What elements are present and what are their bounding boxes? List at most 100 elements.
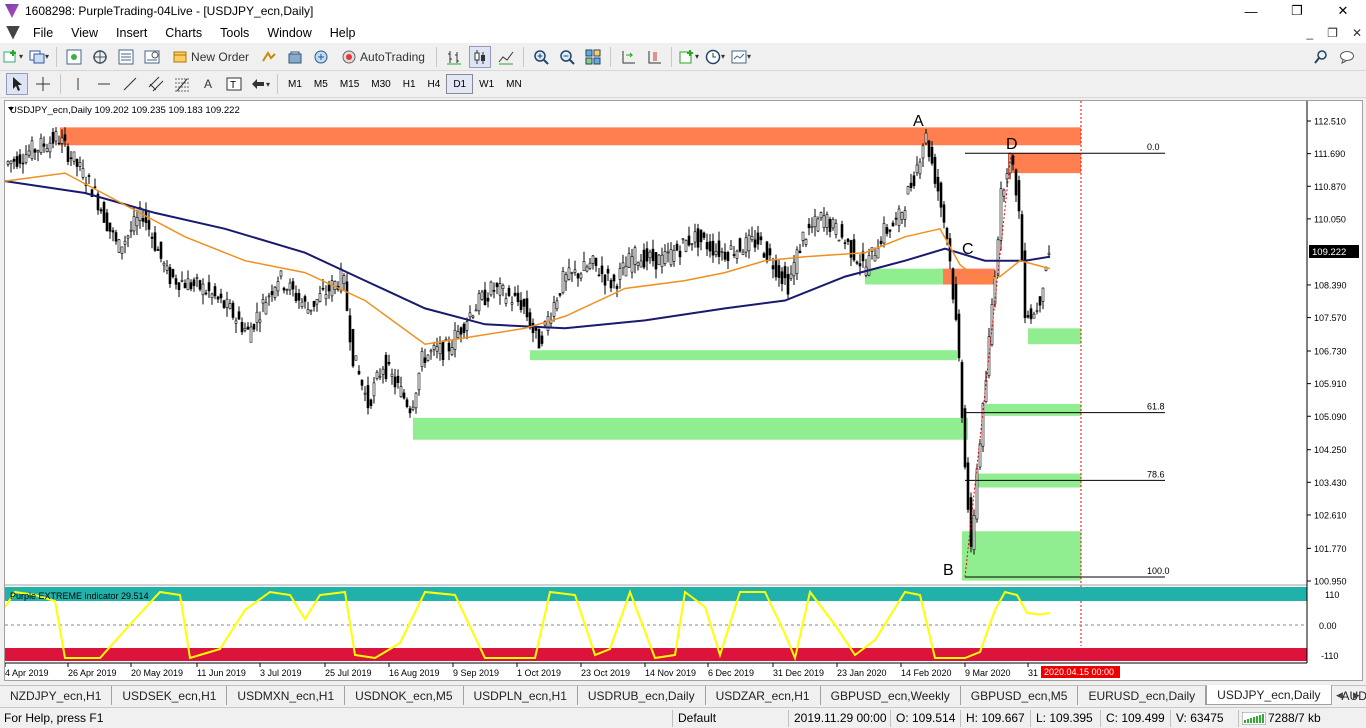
new-chart-button[interactable]: ▾ xyxy=(2,46,24,68)
status-bar: For Help, press F1 Default 2019.11.29 00… xyxy=(0,707,1366,728)
autotrading-button[interactable]: AutoTrading xyxy=(336,46,430,68)
timeframe-m5[interactable]: M5 xyxy=(308,74,334,94)
line-chart-button[interactable] xyxy=(495,46,517,68)
timeframe-m15[interactable]: M15 xyxy=(334,74,365,94)
channel-tool[interactable] xyxy=(145,73,167,95)
candle-body xyxy=(1032,313,1036,319)
tab-usdnok-m5[interactable]: USDNOK_ecn,M5 xyxy=(345,686,464,705)
vertical-line-tool[interactable] xyxy=(67,73,89,95)
candle-body xyxy=(765,241,769,262)
menu-charts[interactable]: Charts xyxy=(156,26,211,40)
tab-scroll-left-icon[interactable]: ◀ xyxy=(1332,688,1347,703)
bar-chart-button[interactable] xyxy=(443,46,465,68)
close-button[interactable]: ✕ xyxy=(1320,0,1366,22)
cursor-tool[interactable] xyxy=(6,73,28,95)
tab-usdsek-h1[interactable]: USDSEK_ecn,H1 xyxy=(112,686,228,705)
menu-window[interactable]: Window xyxy=(258,26,320,40)
minimize-button[interactable]: — xyxy=(1228,0,1274,22)
vps-icon xyxy=(314,50,328,63)
menu-file[interactable]: File xyxy=(24,26,62,40)
chat-button[interactable] xyxy=(1336,46,1358,68)
zoom-in-button[interactable] xyxy=(530,46,552,68)
menu-help[interactable]: Help xyxy=(321,26,365,40)
menu-view[interactable]: View xyxy=(62,26,107,40)
candle-body xyxy=(771,265,775,270)
candle-body xyxy=(636,262,640,266)
templates-button[interactable]: ▾ xyxy=(730,46,752,68)
candle-body xyxy=(600,265,604,275)
tab-gbpusd-weekly[interactable]: GBPUSD_ecn,Weekly xyxy=(821,686,961,705)
indicator-name: Purple EXTREME indicator 29.514 xyxy=(10,591,149,601)
chart-window[interactable]: 0.0 61.8 78.6 100.0 A B C D Purple EXTREME ind… xyxy=(4,100,1363,681)
text-label-tool[interactable]: T xyxy=(223,73,245,95)
price-chart[interactable]: 0.0 61.8 78.6 100.0 A B C D Purple EXTREME ind… xyxy=(5,101,1362,680)
profiles-button[interactable]: ▾ xyxy=(28,46,50,68)
mdi-restore-button[interactable]: ❐ xyxy=(1327,26,1338,40)
timeframe-m30[interactable]: M30 xyxy=(365,74,396,94)
arrows-tool[interactable]: ▾ xyxy=(249,73,271,95)
crosshair-icon xyxy=(36,77,50,91)
demand-zone xyxy=(1028,328,1081,345)
tab-nzdjpy-h1[interactable]: NZDJPY_ecn,H1 xyxy=(0,686,113,705)
tab-usdrub-daily[interactable]: USDRUB_ecn,Daily xyxy=(578,686,706,705)
timeframe-h4[interactable]: H4 xyxy=(422,74,447,94)
candle-body xyxy=(417,372,421,391)
candlestick-button[interactable] xyxy=(468,45,491,68)
candle-body xyxy=(684,240,688,252)
new-order-button[interactable]: New Order xyxy=(167,46,254,68)
vps-button[interactable] xyxy=(310,46,332,68)
title-bar: 1608298: PurpleTrading-04Live - [USDJPY_… xyxy=(0,0,1366,22)
market-button[interactable] xyxy=(284,46,306,68)
bar-chart-icon xyxy=(446,50,461,64)
tab-scroll-right-icon[interactable]: ▶ xyxy=(1349,688,1364,703)
terminal-button[interactable] xyxy=(141,46,163,68)
date-cursor-label: 2020.04.15 00:00 xyxy=(1044,667,1114,677)
candle-body xyxy=(942,204,946,223)
tab-usdzar-h1[interactable]: USDZAR_ecn,H1 xyxy=(706,686,821,705)
restore-button[interactable]: ❐ xyxy=(1274,0,1320,22)
search-button[interactable] xyxy=(1310,46,1332,68)
candle-body xyxy=(960,362,964,418)
price-label: 107.570 xyxy=(1314,313,1347,323)
crosshair-tool[interactable] xyxy=(32,73,54,95)
candle-body xyxy=(894,217,898,220)
chart-window-icon[interactable] xyxy=(6,25,20,40)
tab-usdmxn-h1[interactable]: USDMXN_ecn,H1 xyxy=(227,686,346,705)
timeframe-w1[interactable]: W1 xyxy=(473,74,500,94)
timeframe-mn[interactable]: MN xyxy=(500,74,528,94)
tile-windows-button[interactable] xyxy=(582,46,604,68)
horizontal-line-tool[interactable] xyxy=(93,73,115,95)
trendline-tool[interactable] xyxy=(119,73,141,95)
timeframe-h1[interactable]: H1 xyxy=(397,74,422,94)
auto-scroll-button[interactable] xyxy=(617,46,639,68)
text-tool[interactable]: A xyxy=(197,73,219,95)
indicators-button[interactable]: ▾ xyxy=(678,46,700,68)
chart-shift-button[interactable] xyxy=(643,46,665,68)
timeframe-m1[interactable]: M1 xyxy=(282,74,308,94)
tab-eurusd-daily[interactable]: EURUSD_ecn,Daily xyxy=(1078,686,1207,705)
candle-body xyxy=(408,408,412,414)
tab-usdpln-h1[interactable]: USDPLN_ecn,H1 xyxy=(464,686,578,705)
timeframe-d1[interactable]: D1 xyxy=(446,74,474,94)
chart-shift-icon xyxy=(648,50,661,63)
market-watch-button[interactable] xyxy=(63,46,85,68)
fibonacci-tool[interactable] xyxy=(171,73,193,95)
date-label: 4 Apr 2019 xyxy=(5,668,49,678)
tab-gbpusd-m5[interactable]: GBPUSD_ecn,M5 xyxy=(961,686,1079,705)
signals-button[interactable] xyxy=(258,46,280,68)
zoom-out-button[interactable] xyxy=(556,46,578,68)
menu-insert[interactable]: Insert xyxy=(107,26,156,40)
autotrading-icon xyxy=(342,50,356,63)
candle-body xyxy=(249,326,253,343)
tab-usdjpy-daily[interactable]: USDJPY_ecn,Daily xyxy=(1206,685,1332,705)
periods-button[interactable]: ▾ xyxy=(704,46,726,68)
candle-body xyxy=(255,311,259,323)
navigator-button[interactable] xyxy=(89,46,111,68)
candle-body xyxy=(186,278,190,291)
mdi-minimize-button[interactable]: _ xyxy=(1306,26,1313,40)
data-window-button[interactable] xyxy=(115,46,137,68)
date-label: 31 xyxy=(1028,668,1038,678)
menu-tools[interactable]: Tools xyxy=(211,26,258,40)
candle-body xyxy=(588,262,592,269)
mdi-close-button[interactable]: ✕ xyxy=(1352,26,1362,40)
